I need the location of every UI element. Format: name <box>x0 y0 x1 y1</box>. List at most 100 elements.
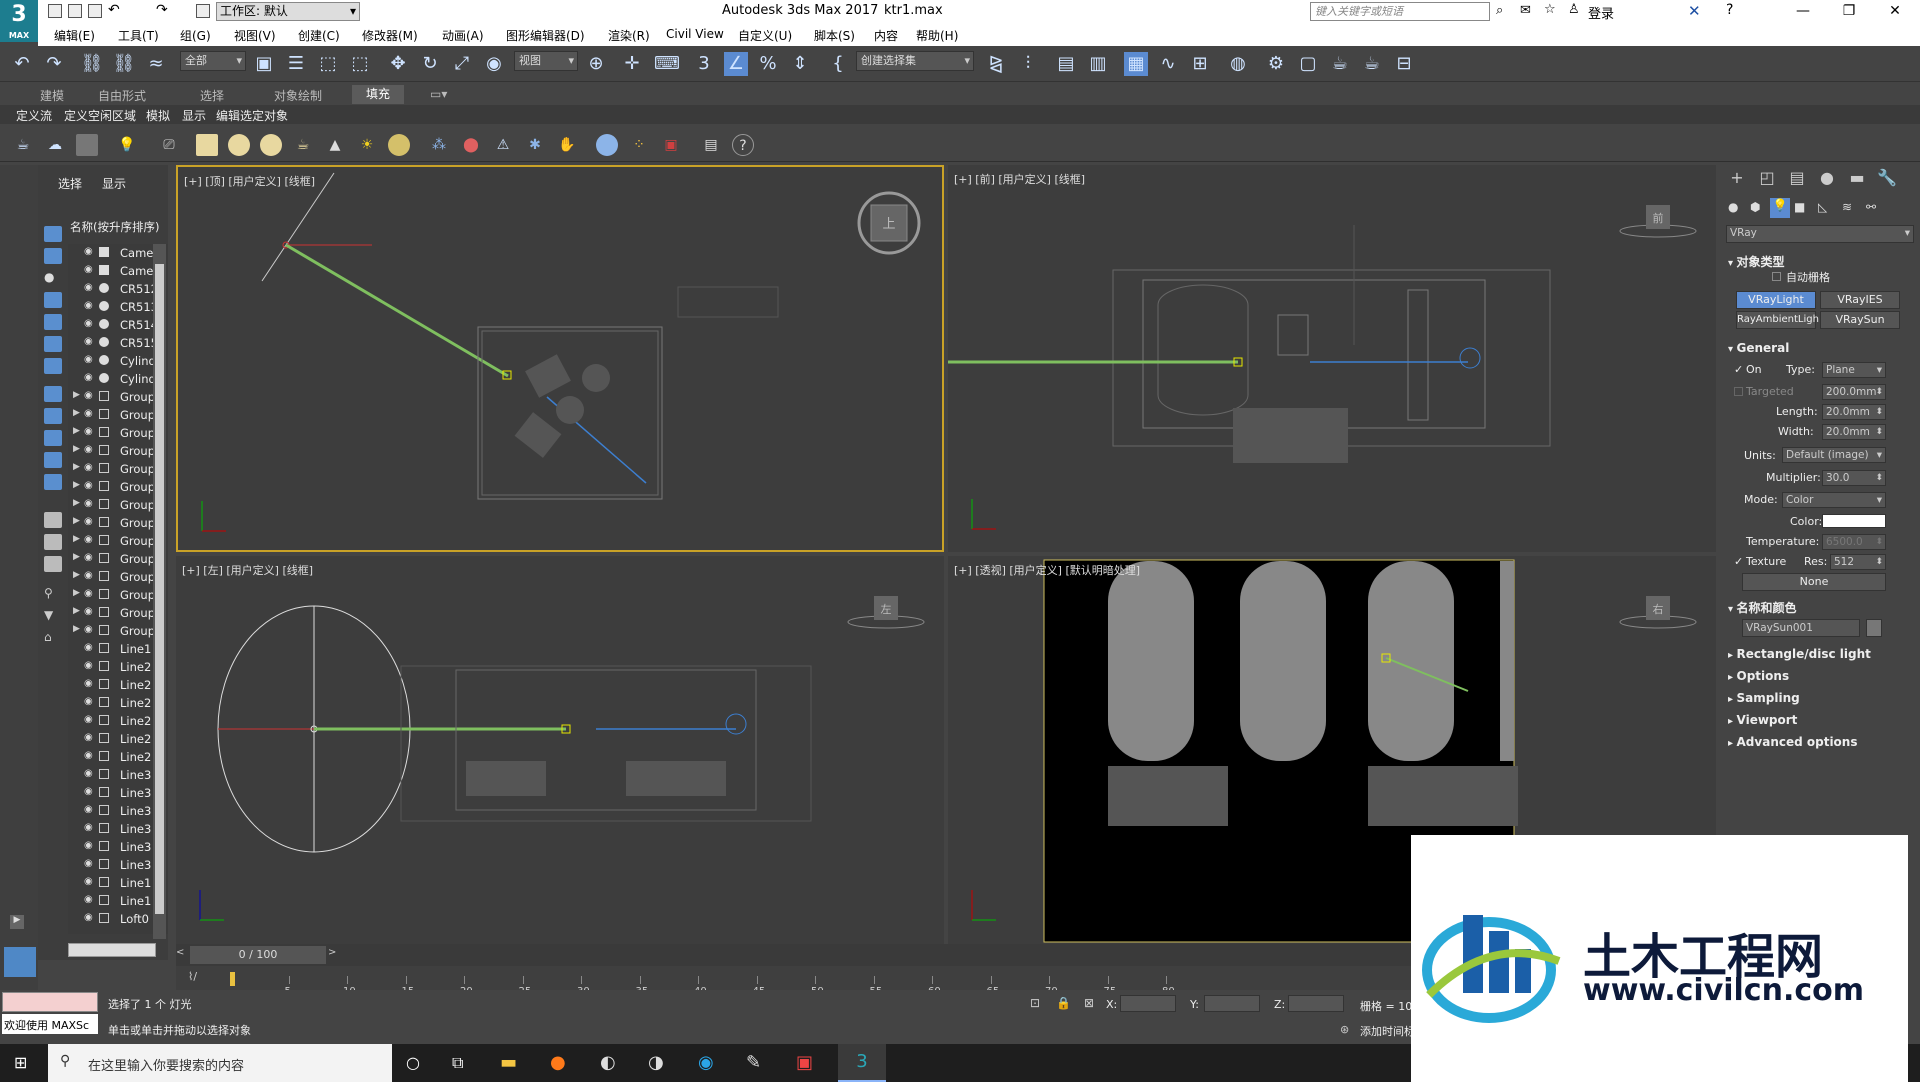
multi-material-icon[interactable]: ⁘ <box>628 134 650 156</box>
filter-icon[interactable]: ▼ <box>44 608 62 624</box>
windows-start-icon[interactable]: ⊞ <box>14 1053 27 1072</box>
time-slider[interactable]: 0 / 100 <box>190 946 326 964</box>
visibility-eye-icon[interactable]: ◉ <box>84 498 96 509</box>
selection-filter-dropdown[interactable]: 全部 <box>180 51 246 71</box>
visibility-eye-icon[interactable]: ◉ <box>84 786 96 797</box>
maximize-icon[interactable]: ❐ <box>1826 0 1872 24</box>
particle-icon[interactable]: ⁂ <box>428 134 450 156</box>
expand-arrow-icon[interactable]: ▶ <box>73 480 80 490</box>
spacewarps-category-icon[interactable]: ≋ <box>1842 200 1852 214</box>
rectangular-selection-icon[interactable]: ⬚ <box>316 52 340 76</box>
z-coordinate-input[interactable] <box>1288 995 1344 1012</box>
viewcube-front-label[interactable]: 前 <box>1653 211 1664 225</box>
tab-object-paint[interactable]: 对象绘制 <box>274 87 322 104</box>
targeted-checkbox[interactable] <box>1734 387 1743 396</box>
multiplier-spinner[interactable]: 30.0 <box>1822 470 1886 486</box>
expand-arrow-icon[interactable]: ▶ <box>73 552 80 562</box>
redo-icon[interactable]: ↷ <box>42 52 66 76</box>
expand-arrow-icon[interactable]: ▶ <box>73 516 80 526</box>
display-panel-icon[interactable]: ▬ <box>1846 168 1868 190</box>
visibility-eye-icon[interactable]: ◉ <box>84 246 96 257</box>
communication-center-icon[interactable]: ✉ <box>1520 3 1531 18</box>
object-name-input[interactable]: VRaySun001 <box>1742 619 1860 637</box>
move-icon[interactable]: ✥ <box>386 52 410 76</box>
tab-display[interactable]: 显示 <box>102 175 126 192</box>
find-icon[interactable]: ⚲ <box>44 586 62 602</box>
edit-named-selection-icon[interactable]: { <box>826 52 850 76</box>
help-icon[interactable]: ? <box>1726 2 1733 18</box>
type-dropdown[interactable]: Plane <box>1822 362 1886 378</box>
cone-light-icon[interactable]: ▲ <box>324 134 346 156</box>
visibility-eye-icon[interactable]: ◉ <box>84 390 96 401</box>
curve-editor-icon[interactable]: ∿ <box>1156 52 1180 76</box>
render-production-icon[interactable]: ☕ <box>1328 52 1352 76</box>
visibility-eye-icon[interactable]: ◉ <box>84 336 96 347</box>
column-header-name[interactable]: 名称(按升序排序) <box>70 219 159 235</box>
filter-lights-icon[interactable]: ● <box>44 270 62 286</box>
visibility-eye-icon[interactable]: ◉ <box>84 804 96 815</box>
menu-help[interactable]: 帮助(H) <box>916 27 958 44</box>
app-logo[interactable]: 3 MAX <box>0 0 38 42</box>
open-file-icon[interactable] <box>68 4 82 18</box>
visibility-eye-icon[interactable]: ◉ <box>84 678 96 689</box>
expand-arrow-icon[interactable]: ▶ <box>73 570 80 580</box>
absolute-mode-icon[interactable]: ⊠ <box>1084 996 1094 1010</box>
user-icon[interactable]: ♙ <box>1568 2 1580 17</box>
named-selection-set-dropdown[interactable]: 创建选择集 <box>856 51 974 71</box>
visibility-eye-icon[interactable]: ◉ <box>84 750 96 761</box>
visibility-eye-icon[interactable]: ◉ <box>84 516 96 527</box>
lock-selection-icon[interactable]: 🔒 <box>1056 996 1071 1010</box>
modify-panel-icon[interactable]: ◰ <box>1756 168 1778 190</box>
y-coordinate-input[interactable] <box>1204 995 1260 1012</box>
app-icon-2[interactable]: ◑ <box>648 1052 664 1073</box>
visibility-eye-icon[interactable]: ◉ <box>84 462 96 473</box>
place-icon[interactable]: ◉ <box>482 52 506 76</box>
search-input[interactable]: 键入关键字或短语 <box>1310 2 1490 21</box>
render-icon[interactable]: ▣ <box>660 134 682 156</box>
skylight-icon[interactable] <box>388 134 410 156</box>
vrayies-button[interactable]: VRayIES <box>1820 291 1900 309</box>
rotate-icon[interactable]: ↻ <box>418 52 442 76</box>
vraysun-button[interactable]: VRaySun <box>1820 311 1900 329</box>
filter-frozen-icon[interactable] <box>44 452 62 468</box>
texture-checkbox[interactable]: ✓ <box>1734 555 1743 568</box>
menu-rendering[interactable]: 渲染(R) <box>608 27 650 44</box>
visibility-eye-icon[interactable]: ◉ <box>84 444 96 455</box>
render-in-cloud-icon[interactable]: ⊟ <box>1392 52 1416 76</box>
cameras-category-icon[interactable]: ■ <box>1794 200 1805 214</box>
toggle-scene-explorer-icon[interactable]: ▤ <box>1054 52 1078 76</box>
res-spinner[interactable]: 512 <box>1830 554 1886 570</box>
subtab-edit-selected[interactable]: 编辑选定对象 <box>216 107 288 124</box>
viewcube-top-label[interactable]: 上 <box>882 217 895 232</box>
geometry-category-icon[interactable]: ● <box>1728 200 1738 214</box>
undo-icon[interactable]: ↶ <box>108 2 120 18</box>
render-iterative-icon[interactable]: ☕ <box>1360 52 1384 76</box>
name-color-rollout[interactable]: 名称和颜色 <box>1728 599 1797 616</box>
frame-buffer-icon[interactable]: ▤ <box>700 134 722 156</box>
dynamics-icon[interactable]: ⬤ <box>460 134 482 156</box>
visibility-eye-icon[interactable]: ◉ <box>84 894 96 905</box>
viewport-rollout[interactable]: Viewport <box>1728 713 1798 727</box>
filter-cameras-icon[interactable] <box>44 292 62 308</box>
filter-geometry-icon[interactable] <box>44 226 62 242</box>
color-swatch[interactable] <box>1822 514 1886 528</box>
filter-spacewarps-icon[interactable] <box>44 336 62 352</box>
window-crossing-icon[interactable]: ⬚ <box>348 52 372 76</box>
hemisphere-icon[interactable] <box>228 134 250 156</box>
new-file-icon[interactable] <box>48 4 62 18</box>
expand-arrow-icon[interactable]: ▶ <box>73 588 80 598</box>
hair-icon[interactable]: ✋ <box>556 134 578 156</box>
plane-icon[interactable] <box>196 134 218 156</box>
camera-icon[interactable]: ⎚ <box>158 134 180 156</box>
sun-icon[interactable]: ☀ <box>356 134 378 156</box>
object-type-rollout[interactable]: 对象类型 <box>1728 253 1785 270</box>
expand-arrow-icon[interactable]: ▶ <box>73 498 80 508</box>
maxscript-listener-mini[interactable] <box>2 992 98 1012</box>
menu-views[interactable]: 视图(V) <box>234 27 276 44</box>
expand-arrow-icon[interactable]: ▶ <box>73 462 80 472</box>
spinner-snap-icon[interactable]: ⇕ <box>788 52 812 76</box>
exchange-apps-icon[interactable]: ✕ <box>1688 2 1701 20</box>
menu-tools[interactable]: 工具(T) <box>118 27 159 44</box>
current-frame-marker[interactable] <box>230 972 235 986</box>
menu-civil-view[interactable]: Civil View <box>666 27 724 41</box>
